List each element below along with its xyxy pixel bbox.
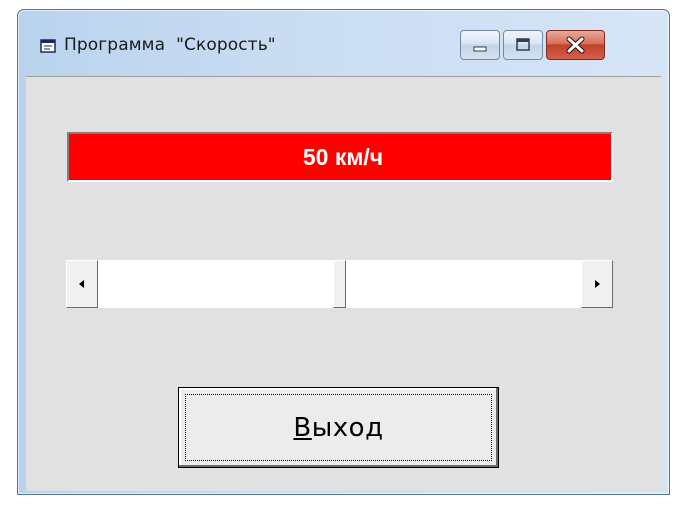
title-bar[interactable]: Программа "Скорость": [18, 10, 669, 76]
arrow-right-icon: [595, 280, 600, 288]
scroll-thumb[interactable]: [333, 260, 346, 308]
window-title: Программа "Скорость": [64, 35, 276, 55]
focus-rectangle: Выход: [185, 394, 492, 461]
maximize-button[interactable]: [503, 30, 543, 60]
form-icon: [40, 39, 56, 53]
form-client-area: 50 км/ч Выход: [26, 76, 661, 491]
exit-label-rest: ыход: [311, 412, 384, 443]
exit-mnemonic: В: [293, 412, 312, 443]
speed-display-label: 50 км/ч: [67, 132, 613, 182]
scroll-left-button[interactable]: [66, 260, 98, 308]
minimize-icon: [473, 46, 487, 52]
minimize-button[interactable]: [460, 30, 500, 60]
speed-scrollbar[interactable]: [66, 260, 613, 308]
arrow-left-icon: [79, 280, 84, 288]
program-window: Программа "Скорость" 50 км/ч Выход: [17, 9, 670, 495]
close-icon: [566, 36, 585, 54]
close-button[interactable]: [546, 30, 605, 60]
exit-button[interactable]: Выход: [178, 387, 499, 468]
speed-value-text: 50 км/ч: [302, 143, 384, 170]
maximize-icon: [516, 38, 530, 51]
scroll-right-button[interactable]: [581, 260, 613, 308]
exit-button-label: Выход: [293, 413, 383, 443]
